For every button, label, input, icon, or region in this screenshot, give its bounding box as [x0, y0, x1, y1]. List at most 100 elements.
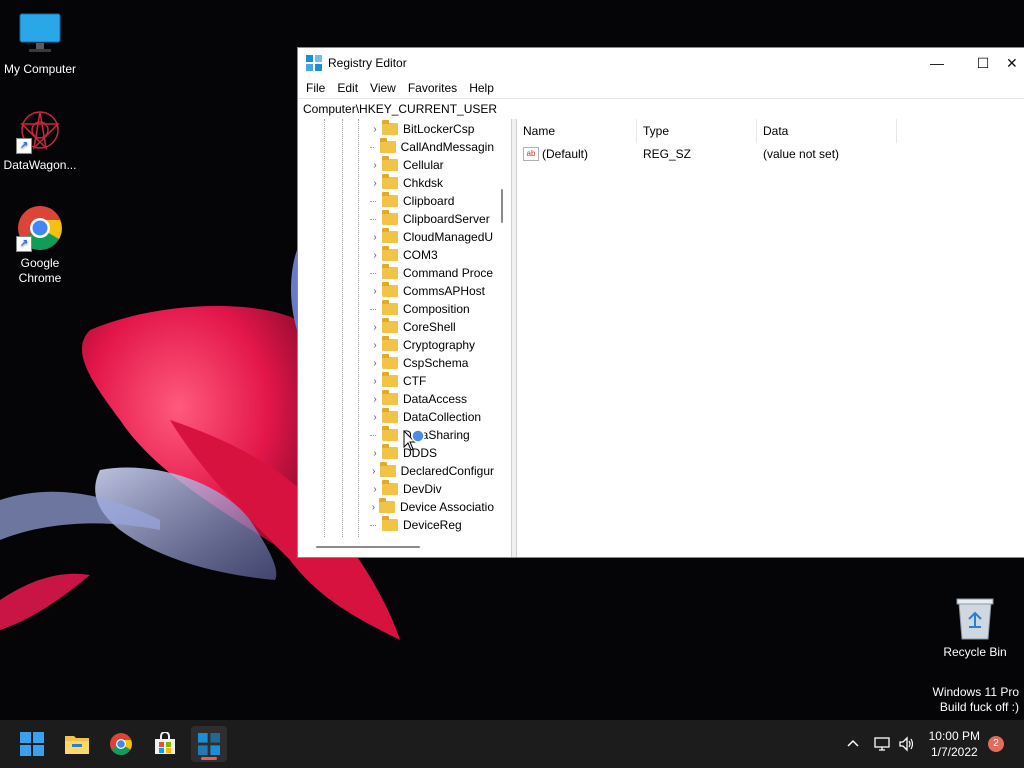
column-header-name[interactable]: Name	[517, 119, 637, 143]
tree-node[interactable]: › BitLockerCsp	[370, 120, 494, 138]
tree-node-label: CloudManagedU	[403, 230, 494, 244]
maximize-button[interactable]: ☐	[960, 48, 1006, 78]
desktop-icon-datawagon[interactable]: ↗ DataWagon...	[0, 106, 80, 173]
menu-edit[interactable]: Edit	[331, 81, 364, 95]
taskbar-file-explorer[interactable]	[59, 726, 95, 762]
tree-node[interactable]: › DataAccess	[370, 390, 494, 408]
minimize-button[interactable]: —	[914, 48, 960, 78]
menu-favorites[interactable]: Favorites	[402, 81, 463, 95]
folder-icon	[382, 444, 398, 459]
desktop-icon-label: Google Chrome	[18, 256, 62, 285]
expand-chevron-icon[interactable]: ›	[370, 376, 380, 387]
show-hidden-icons-button[interactable]	[846, 720, 860, 768]
desktop-icon-label: DataWagon...	[3, 158, 77, 172]
shortcut-arrow-icon: ↗	[16, 236, 32, 252]
value-type: REG_SZ	[643, 147, 692, 161]
tree-node[interactable]: › Cellular	[370, 156, 494, 174]
tree-node[interactable]: Command Proce	[370, 264, 494, 282]
column-header-data[interactable]: Data	[757, 119, 897, 143]
tree-node[interactable]: › CommsAPHost	[370, 282, 494, 300]
tree-vertical-scrollbar[interactable]	[501, 189, 503, 223]
tree-node-label: CTF	[403, 374, 427, 388]
tree-connector	[370, 272, 376, 274]
window-title: Registry Editor	[328, 56, 407, 70]
value-data: (value not set)	[763, 147, 840, 161]
taskbar: 10:00 PM 1/7/2022 2	[0, 720, 1024, 768]
menu-view[interactable]: View	[364, 81, 402, 95]
registry-editor-window[interactable]: Registry Editor — ☐ ✕ File Edit View Fav…	[297, 47, 1024, 558]
tree-node[interactable]: › Chkdsk	[370, 174, 494, 192]
menu-file[interactable]: File	[300, 81, 331, 95]
expand-chevron-icon[interactable]: ›	[370, 502, 377, 513]
volume-button[interactable]	[898, 720, 916, 768]
mouse-pointer-busy-icon	[403, 429, 429, 459]
expand-chevron-icon[interactable]: ›	[370, 412, 380, 423]
title-bar[interactable]: Registry Editor — ☐ ✕	[298, 48, 1024, 78]
expand-chevron-icon[interactable]: ›	[370, 448, 380, 459]
tree-node[interactable]: CallAndMessagin	[370, 138, 494, 156]
tree-node-label: DataCollection	[403, 410, 482, 424]
taskbar-chrome[interactable]	[103, 726, 139, 762]
tree-node[interactable]: › DataCollection	[370, 408, 494, 426]
expand-chevron-icon[interactable]: ›	[370, 250, 380, 261]
folder-icon	[378, 498, 395, 513]
expand-chevron-icon[interactable]: ›	[370, 232, 380, 243]
expand-chevron-icon[interactable]: ›	[370, 466, 378, 477]
windows-watermark: Windows 11 Pro Build fuck off :)	[933, 685, 1019, 715]
value-name: (Default)	[542, 146, 589, 161]
tree-guide-line	[324, 119, 325, 537]
menu-help[interactable]: Help	[463, 81, 500, 95]
expand-chevron-icon[interactable]: ›	[370, 286, 380, 297]
tree-connector	[370, 146, 374, 148]
tree-node[interactable]: DeviceReg	[370, 516, 494, 534]
column-header-type[interactable]: Type	[637, 119, 757, 143]
tree-node-label: DevDiv	[403, 482, 442, 496]
folder-icon	[382, 390, 398, 405]
active-app-indicator	[201, 757, 217, 760]
notification-badge[interactable]: 2	[988, 736, 1004, 752]
tree-node[interactable]: › COM3	[370, 246, 494, 264]
tree-node[interactable]: ClipboardServer	[370, 210, 494, 228]
folder-icon	[382, 282, 398, 297]
tree-node[interactable]: › DevDiv	[370, 480, 494, 498]
taskbar-microsoft-store[interactable]	[147, 726, 183, 762]
recycle-bin-label: Recycle Bin	[943, 645, 1007, 659]
tree-node[interactable]: › DeclaredConfigur	[370, 462, 494, 480]
start-button[interactable]	[14, 726, 50, 762]
tree-node[interactable]: › CTF	[370, 372, 494, 390]
tree-node[interactable]: DataSharing	[370, 426, 494, 444]
desktop-icon-google-chrome[interactable]: ↗ Google Chrome	[0, 204, 80, 286]
expand-chevron-icon[interactable]: ›	[370, 358, 380, 369]
expand-chevron-icon[interactable]: ›	[370, 394, 380, 405]
close-button[interactable]: ✕	[1006, 48, 1024, 78]
folder-icon	[382, 120, 398, 135]
expand-chevron-icon[interactable]: ›	[370, 484, 380, 495]
key-tree[interactable]: › BitLockerCsp CallAndMessagin › Cellular › Ch…	[298, 119, 512, 557]
expand-chevron-icon[interactable]: ›	[370, 322, 380, 333]
expand-chevron-icon[interactable]: ›	[370, 160, 380, 171]
desktop-icon-my-computer[interactable]: My Computer	[0, 10, 80, 77]
expand-chevron-icon[interactable]: ›	[370, 178, 380, 189]
tree-node[interactable]: Composition	[370, 300, 494, 318]
tree-node[interactable]: › Cryptography	[370, 336, 494, 354]
folder-icon	[382, 336, 398, 351]
taskbar-registry-editor[interactable]	[191, 726, 227, 762]
expand-chevron-icon[interactable]: ›	[370, 124, 380, 135]
tree-node-label: Composition	[403, 302, 470, 316]
tree-node[interactable]: › CloudManagedU	[370, 228, 494, 246]
taskbar-clock[interactable]: 10:00 PM 1/7/2022	[929, 728, 980, 760]
tree-horizontal-scrollbar[interactable]	[316, 546, 420, 548]
address-bar[interactable]: Computer\HKEY_CURRENT_USER	[298, 98, 1024, 120]
tree-node[interactable]: › CoreShell	[370, 318, 494, 336]
store-icon	[155, 732, 175, 754]
list-item[interactable]: ab (Default) REG_SZ (value not set)	[517, 143, 1024, 165]
value-list[interactable]: Name Type Data ab (Default) REG_SZ (value…	[517, 119, 1024, 557]
tree-node[interactable]: › Device Associatio	[370, 498, 494, 516]
tree-node[interactable]: › DDDS	[370, 444, 494, 462]
tree-node[interactable]: › CspSchema	[370, 354, 494, 372]
network-button[interactable]	[873, 720, 891, 768]
tree-node[interactable]: Clipboard	[370, 192, 494, 210]
desktop-icon-recycle-bin[interactable]: Recycle Bin	[940, 597, 1010, 659]
expand-chevron-icon[interactable]: ›	[370, 340, 380, 351]
chrome-icon	[110, 733, 132, 755]
